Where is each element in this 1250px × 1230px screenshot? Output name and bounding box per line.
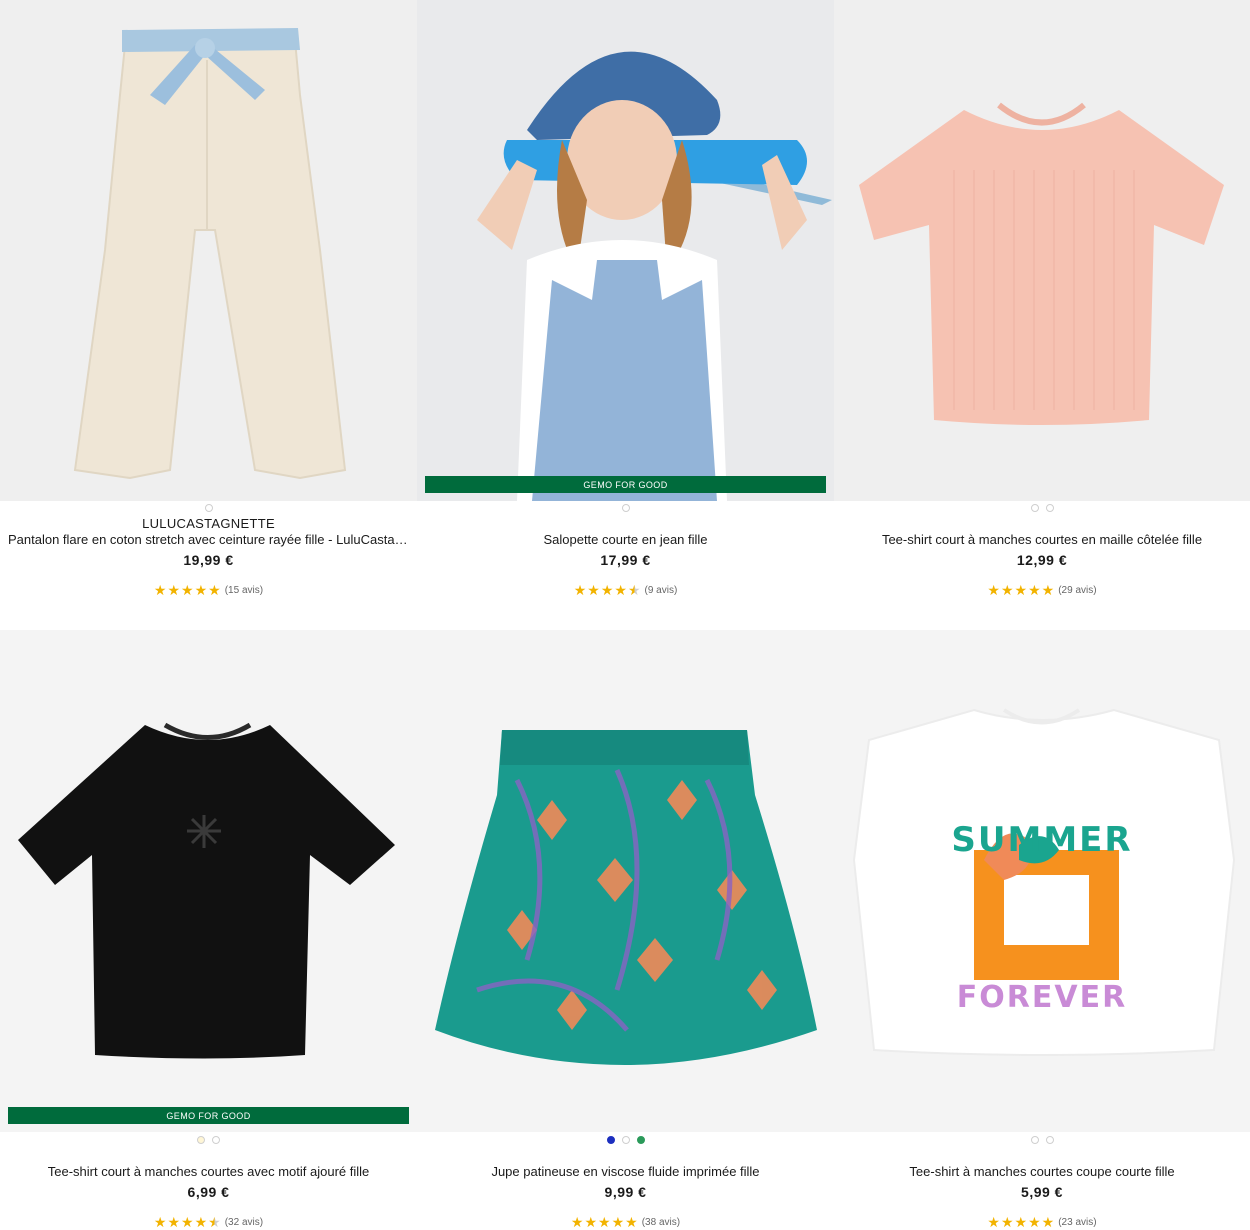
denim-overall-model-image[interactable]: GEMO FOR GOOD — [417, 0, 834, 501]
star-rating: ★ ★ ★ ★ ★ — [154, 1215, 221, 1229]
star-icon: ★ — [208, 582, 221, 598]
color-swatch[interactable] — [212, 1136, 220, 1144]
star-icon: ★ — [584, 1214, 598, 1230]
star-icon: ★ — [598, 1214, 611, 1230]
star-icon: ★ — [1014, 1214, 1028, 1230]
star-icon: ★ — [987, 1214, 1000, 1230]
product-title[interactable]: Pantalon flare en coton stretch avec cei… — [8, 532, 409, 547]
product-title[interactable]: Tee-shirt court à manches courtes en mai… — [842, 532, 1242, 547]
product-card[interactable]: Tee-shirt court à manches courtes en mai… — [834, 0, 1250, 630]
printed-skater-skirt-image[interactable] — [417, 630, 834, 1132]
product-price: 19,99 € — [183, 552, 234, 568]
review-count[interactable]: (38 avis) — [642, 1217, 680, 1228]
color-swatch[interactable] — [621, 504, 630, 512]
product-card[interactable]: LULUCASTAGNETTE Pantalon flare en coton … — [0, 0, 417, 630]
color-swatch[interactable] — [636, 1136, 645, 1144]
star-icon: ★ — [1000, 1214, 1014, 1230]
color-swatch[interactable] — [606, 1136, 615, 1144]
star-icon: ★ — [1028, 582, 1041, 598]
half-star-icon: ★ — [627, 582, 641, 598]
star-rating: ★ ★ ★ ★ ★ — [574, 583, 641, 597]
star-icon: ★ — [181, 1214, 194, 1230]
product-title[interactable]: Tee-shirt court à manches courtes avec m… — [8, 1164, 409, 1179]
star-icon: ★ — [153, 1214, 167, 1230]
product-card[interactable]: Jupe patineuse en viscose fluide imprimé… — [417, 630, 834, 1230]
star-rating: ★ ★ ★ ★ ★ — [987, 583, 1054, 597]
black-tee-image[interactable]: GEMO FOR GOOD — [0, 630, 417, 1132]
summer-forever-tee-image[interactable]: SUMMER FOREVER — [834, 630, 1250, 1132]
product-price: 5,99 € — [1021, 1184, 1063, 1200]
product-card[interactable]: GEMO FOR GOOD Tee-shirt court à manches … — [0, 630, 417, 1230]
review-count[interactable]: (23 avis) — [1058, 1217, 1096, 1228]
product-price: 12,99 € — [1016, 552, 1068, 568]
color-swatch[interactable] — [1030, 1136, 1039, 1144]
forever-print-text: FOREVER — [956, 980, 1128, 1015]
star-icon: ★ — [153, 582, 167, 598]
product-rating: ★ ★ ★ ★ ★ (9 avis) — [417, 583, 834, 597]
review-count[interactable]: (9 avis) — [645, 585, 678, 596]
pink-ribbed-tee-image[interactable] — [834, 0, 1250, 501]
star-icon: ★ — [1041, 582, 1055, 598]
color-swatches — [417, 1136, 834, 1144]
star-icon: ★ — [1000, 582, 1014, 598]
product-title[interactable]: Salopette courte en jean fille — [425, 532, 826, 547]
color-swatches — [834, 1136, 1250, 1144]
color-swatches — [834, 504, 1250, 512]
color-swatch[interactable] — [1045, 504, 1054, 512]
product-price: 6,99 € — [187, 1184, 230, 1200]
star-icon: ★ — [167, 1214, 181, 1230]
color-swatches — [0, 504, 417, 512]
star-icon: ★ — [1041, 1214, 1055, 1230]
review-count[interactable]: (32 avis) — [225, 1217, 263, 1228]
product-grid: LULUCASTAGNETTE Pantalon flare en coton … — [0, 0, 1250, 1230]
product-brand: LULUCASTAGNETTE — [142, 516, 275, 531]
star-icon: ★ — [987, 582, 1000, 598]
star-icon: ★ — [570, 1214, 584, 1230]
product-rating: ★ ★ ★ ★ ★ (38 avis) — [417, 1215, 834, 1229]
color-swatch[interactable] — [197, 1136, 205, 1144]
star-rating: ★ ★ ★ ★ ★ — [571, 1215, 638, 1229]
review-count[interactable]: (29 avis) — [1058, 585, 1096, 596]
product-rating: ★ ★ ★ ★ ★ (23 avis) — [834, 1215, 1250, 1229]
star-icon: ★ — [1028, 1214, 1041, 1230]
star-icon: ★ — [1014, 582, 1028, 598]
product-rating: ★ ★ ★ ★ ★ (32 avis) — [0, 1215, 417, 1229]
summer-print-text: SUMMER — [951, 820, 1133, 860]
star-rating: ★ ★ ★ ★ ★ — [987, 1215, 1054, 1229]
product-price: 9,99 € — [604, 1184, 647, 1200]
star-icon: ★ — [181, 582, 194, 598]
product-rating: ★ ★ ★ ★ ★ (15 avis) — [0, 583, 417, 597]
flared-pants-image[interactable] — [0, 0, 417, 501]
gemo-for-good-badge: GEMO FOR GOOD — [8, 1107, 409, 1124]
product-title[interactable]: Tee-shirt à manches courtes coupe courte… — [842, 1164, 1242, 1179]
star-icon: ★ — [167, 582, 181, 598]
star-icon: ★ — [194, 1214, 208, 1230]
product-card[interactable]: SUMMER FOREVER Tee-shirt à manches court… — [834, 630, 1250, 1230]
star-icon: ★ — [573, 582, 587, 598]
color-swatch[interactable] — [621, 1136, 630, 1144]
half-star-icon: ★ — [208, 1214, 221, 1230]
gemo-for-good-badge: GEMO FOR GOOD — [425, 476, 826, 493]
star-icon: ★ — [194, 582, 208, 598]
star-icon: ★ — [600, 582, 614, 598]
product-card[interactable]: GEMO FOR GOOD Salopette courte en jean f… — [417, 0, 834, 630]
product-price: 17,99 € — [600, 552, 651, 568]
color-swatch[interactable] — [1030, 504, 1039, 512]
star-rating: ★ ★ ★ ★ ★ — [154, 583, 221, 597]
star-icon: ★ — [611, 1214, 625, 1230]
review-count[interactable]: (15 avis) — [225, 585, 263, 596]
star-icon: ★ — [625, 1214, 638, 1230]
product-title[interactable]: Jupe patineuse en viscose fluide imprimé… — [425, 1164, 826, 1179]
color-swatches — [0, 1136, 417, 1144]
star-icon: ★ — [614, 582, 627, 598]
product-rating: ★ ★ ★ ★ ★ (29 avis) — [834, 583, 1250, 597]
color-swatch[interactable] — [1045, 1136, 1054, 1144]
color-swatch[interactable] — [204, 504, 213, 512]
star-icon: ★ — [587, 582, 600, 598]
color-swatches — [417, 504, 834, 512]
